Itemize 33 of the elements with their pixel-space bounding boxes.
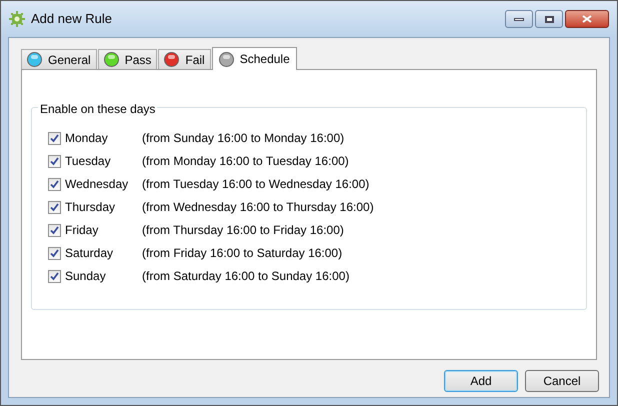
day-label: Friday — [65, 222, 100, 239]
tab[interactable]: Fail — [158, 49, 211, 69]
day-label: Sunday — [65, 268, 107, 285]
time-range: (from Friday 16:00 to Saturday 16:00) — [142, 245, 342, 262]
tab[interactable]: General — [21, 49, 97, 69]
gear-icon — [9, 11, 25, 27]
checkbox[interactable] — [48, 154, 61, 168]
time-range: (from Sunday 16:00 to Monday 16:00) — [142, 130, 344, 147]
day-label: Thursday — [65, 199, 116, 216]
day-label: Wednesday — [65, 176, 130, 193]
dialog-button[interactable]: Cancel — [525, 370, 599, 392]
day-label: Monday — [65, 130, 109, 147]
checkbox[interactable] — [48, 132, 61, 144]
checkbox[interactable] — [48, 178, 61, 190]
checkbox[interactable] — [48, 224, 61, 236]
time-range: (from Wednesday 16:00 to Thursday 16:00) — [142, 199, 374, 216]
checkbox[interactable] — [48, 270, 61, 282]
dialog-button[interactable]: Add — [444, 370, 518, 392]
tab[interactable]: Pass — [98, 49, 158, 69]
time-range: (from Saturday 16:00 to Sunday 16:00) — [142, 268, 350, 285]
checkbox[interactable] — [48, 200, 61, 214]
time-range: (from Monday 16:00 to Tuesday 16:00) — [142, 153, 349, 170]
minimize-button[interactable] — [505, 10, 533, 28]
maximize-button[interactable] — [535, 10, 563, 28]
checkbox[interactable] — [48, 246, 61, 260]
time-range: (from Tuesday 16:00 to Wednesday 16:00) — [142, 176, 370, 193]
day-label: Saturday — [65, 245, 114, 262]
close-icon — [582, 15, 592, 23]
time-range: (from Thursday 16:00 to Friday 16:00) — [142, 222, 344, 239]
tab[interactable]: Schedule — [212, 47, 297, 70]
close-button[interactable] — [565, 10, 609, 28]
window-title: Add new Rule — [31, 10, 112, 28]
day-label: Tuesday — [65, 153, 112, 170]
